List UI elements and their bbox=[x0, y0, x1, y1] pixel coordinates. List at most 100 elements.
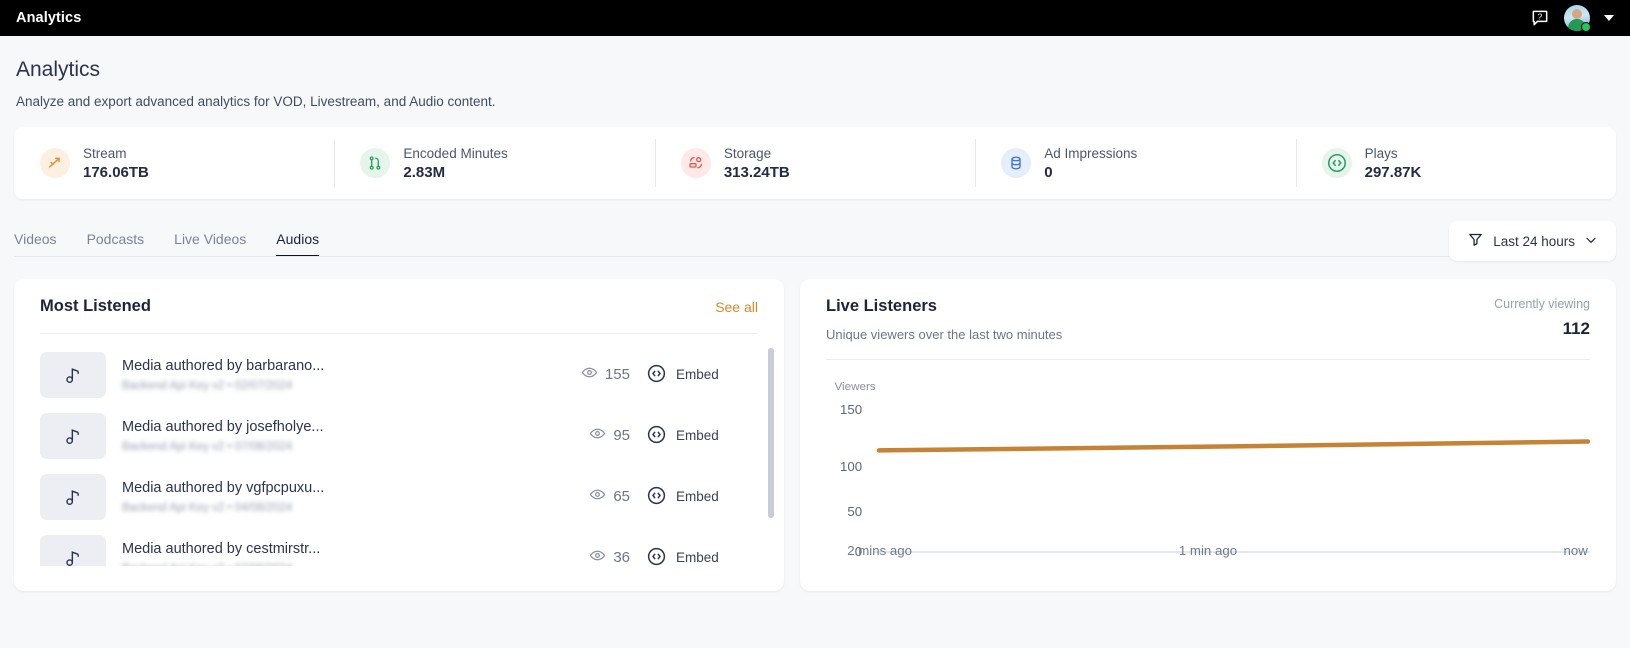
app-title: Analytics bbox=[16, 10, 82, 26]
encode-nodes-icon bbox=[360, 148, 391, 178]
music-note-icon bbox=[40, 534, 106, 566]
chart-xtick-mid: 1 min ago bbox=[1179, 543, 1237, 558]
stat-value: 0 bbox=[1044, 163, 1053, 181]
chart-x-axis: 2 mins ago 1 min ago now bbox=[847, 543, 1589, 558]
eye-icon bbox=[589, 425, 606, 446]
stat-encoded-minutes: Encoded Minutes 2.83M bbox=[334, 127, 654, 199]
funnel-filter-icon bbox=[1467, 231, 1484, 251]
see-all-link[interactable]: See all bbox=[715, 299, 758, 315]
svg-text:?: ? bbox=[1538, 11, 1543, 21]
live-listeners-panel: Live Listeners Unique viewers over the l… bbox=[800, 279, 1616, 591]
embed-button[interactable]: Embed bbox=[646, 363, 758, 387]
eye-icon bbox=[581, 364, 598, 385]
tabs-divider bbox=[14, 256, 1616, 257]
chart-ylabel: Viewers bbox=[834, 381, 876, 393]
embed-label: Embed bbox=[676, 550, 719, 565]
media-title: Media authored by barbarano... bbox=[122, 357, 325, 374]
date-range-filter[interactable]: Last 24 hours bbox=[1449, 221, 1616, 261]
embed-button[interactable]: Embed bbox=[646, 485, 758, 509]
embed-button[interactable]: Embed bbox=[646, 424, 758, 448]
embed-code-icon bbox=[1321, 148, 1352, 178]
media-subtitle: Backend Api Key v2 • 07/08/2024 bbox=[122, 563, 530, 567]
stat-value: 2.83M bbox=[403, 163, 446, 181]
stat-label: Plays bbox=[1364, 145, 1398, 161]
live-listeners-header: Live Listeners Unique viewers over the l… bbox=[800, 279, 1616, 342]
top-bar-actions: ? bbox=[1530, 5, 1614, 32]
tab-live-videos[interactable]: Live Videos bbox=[174, 232, 246, 257]
media-title: Media authored by cestmirstr... bbox=[122, 540, 321, 557]
currently-viewing-value: 112 bbox=[1562, 319, 1590, 338]
panels-row: Most Listened See all Media authored by … bbox=[14, 279, 1616, 591]
stat-label: Encoded Minutes bbox=[403, 145, 508, 161]
live-listeners-title: Live Listeners bbox=[826, 297, 937, 315]
chart-ytick-150: 150 bbox=[840, 402, 862, 417]
database-icon bbox=[1001, 148, 1032, 178]
view-count-value: 95 bbox=[613, 427, 630, 444]
chart-line-series bbox=[876, 439, 1590, 453]
list-item[interactable]: Media authored by josefholye... Backend … bbox=[40, 405, 758, 466]
view-count: 36 bbox=[546, 547, 630, 566]
tab-audios[interactable]: Audios bbox=[276, 232, 320, 257]
help-question-bubble-icon[interactable]: ? bbox=[1530, 8, 1550, 28]
chart-ytick-50: 50 bbox=[847, 504, 862, 519]
music-note-icon bbox=[40, 473, 106, 520]
stat-label: Storage bbox=[723, 145, 772, 161]
chart-xtick-end: now bbox=[1564, 543, 1589, 558]
avatar[interactable] bbox=[1564, 5, 1591, 32]
list-item[interactable]: Media authored by vgfpcpuxu... Backend A… bbox=[40, 466, 758, 527]
list-item[interactable]: Media authored by barbarano... Backend A… bbox=[40, 344, 758, 405]
embed-code-icon bbox=[646, 363, 667, 387]
media-title: Media authored by josefholye... bbox=[122, 418, 324, 435]
embed-code-icon bbox=[646, 485, 667, 509]
media-subtitle: Backend Api Key v2 • 04/08/2024 bbox=[122, 501, 293, 514]
embed-label: Embed bbox=[676, 367, 719, 382]
chart-ytick-100: 100 bbox=[840, 459, 862, 474]
view-count: 65 bbox=[546, 486, 630, 507]
embed-button[interactable]: Embed bbox=[646, 546, 758, 567]
stat-stream: Stream 176.06TB bbox=[14, 127, 334, 199]
most-listened-panel: Most Listened See all Media authored by … bbox=[14, 279, 784, 591]
storage-sync-icon bbox=[680, 148, 711, 178]
tab-videos[interactable]: Videos bbox=[14, 232, 57, 257]
embed-code-icon bbox=[646, 546, 667, 567]
tab-podcasts[interactable]: Podcasts bbox=[87, 232, 145, 257]
list-scrollbar[interactable] bbox=[768, 348, 774, 518]
stat-value: 297.87K bbox=[1364, 163, 1422, 181]
media-subtitle: Backend Api Key v2 • 07/08/2024 bbox=[122, 440, 293, 453]
live-listeners-subtitle: Unique viewers over the last two minutes bbox=[826, 327, 1063, 342]
stat-label: Stream bbox=[83, 145, 127, 161]
content-type-tabs: Videos Podcasts Live Videos Audios Last … bbox=[14, 217, 1616, 261]
most-listened-header: Most Listened See all bbox=[14, 279, 784, 316]
media-subtitle: Backend Api Key v2 • 02/07/2024 bbox=[122, 379, 293, 392]
embed-label: Embed bbox=[676, 428, 719, 443]
stream-trend-icon bbox=[40, 148, 70, 178]
list-item[interactable]: Media authored by cestmirstr... Backend … bbox=[40, 527, 758, 566]
chevron-down-icon[interactable] bbox=[1604, 15, 1614, 21]
view-count: 155 bbox=[546, 364, 630, 385]
tab-list: Videos Podcasts Live Videos Audios bbox=[14, 217, 320, 257]
page-header: Analytics Analyze and export advanced an… bbox=[0, 36, 1630, 109]
top-bar: Analytics ? bbox=[0, 0, 1630, 36]
embed-code-icon bbox=[646, 424, 667, 448]
view-count-value: 155 bbox=[604, 366, 630, 383]
currently-viewing-label: Currently viewing bbox=[1494, 297, 1590, 311]
eye-icon bbox=[589, 547, 606, 566]
live-listeners-chart: Viewers 150 100 50 0 2 mins ago 1 min ag… bbox=[800, 360, 1616, 570]
most-listened-title: Most Listened bbox=[40, 297, 151, 315]
stat-ad-impressions: Ad Impressions 0 bbox=[975, 127, 1295, 199]
most-listened-list[interactable]: Media authored by barbarano... Backend A… bbox=[14, 334, 784, 566]
chart-xtick-start: 2 mins ago bbox=[847, 543, 912, 558]
music-note-icon bbox=[40, 351, 106, 398]
view-count-value: 65 bbox=[613, 488, 630, 505]
media-title: Media authored by vgfpcpuxu... bbox=[122, 479, 325, 496]
date-range-label: Last 24 hours bbox=[1493, 233, 1575, 249]
online-status-dot bbox=[1581, 22, 1591, 32]
stat-label: Ad Impressions bbox=[1044, 145, 1138, 161]
view-count: 95 bbox=[546, 425, 630, 446]
page-subtitle: Analyze and export advanced analytics fo… bbox=[16, 94, 496, 109]
stat-storage: Storage 313.24TB bbox=[654, 127, 975, 199]
chart-canvas: Viewers 150 100 50 0 bbox=[834, 381, 1590, 556]
stat-value: 313.24TB bbox=[723, 163, 790, 181]
stats-summary-card: Stream 176.06TB Encoded Minutes 2.83M St… bbox=[14, 127, 1616, 199]
page-title: Analytics bbox=[16, 58, 101, 81]
